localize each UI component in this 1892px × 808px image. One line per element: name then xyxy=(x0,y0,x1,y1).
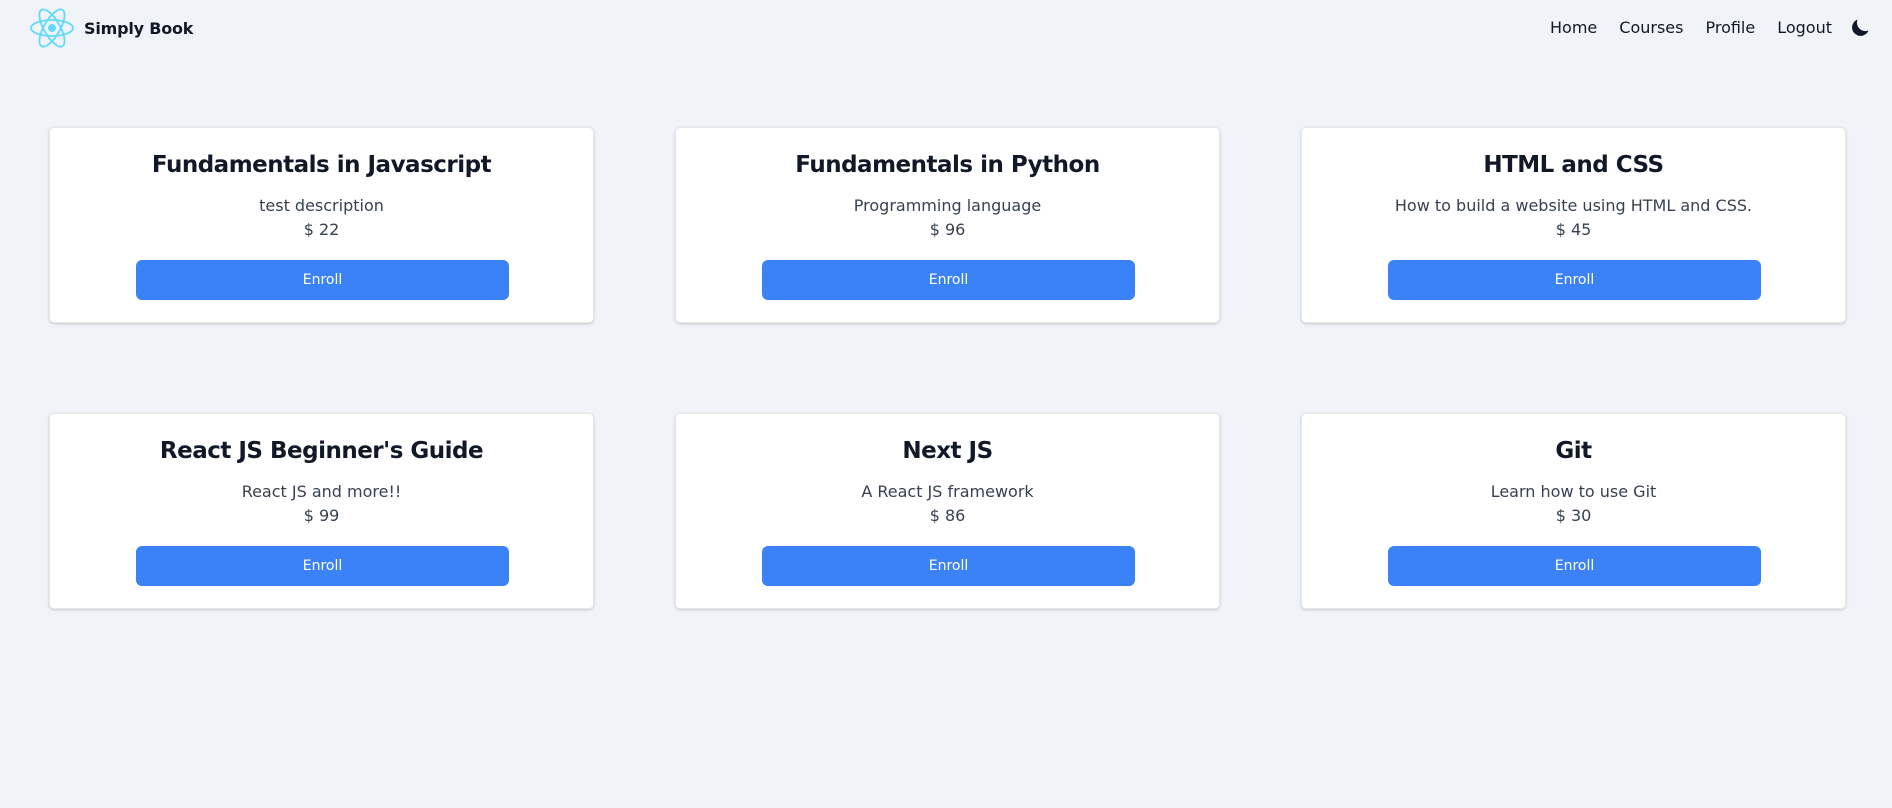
nav-links: Home Courses Profile Logout xyxy=(1528,16,1832,40)
course-title: Git xyxy=(1555,438,1592,464)
course-price: $ 22 xyxy=(303,220,340,239)
moon-icon xyxy=(1852,19,1869,36)
course-description: Learn how to use Git xyxy=(1490,482,1657,501)
course-price: $ 99 xyxy=(303,506,340,525)
react-atom-icon xyxy=(30,8,74,48)
course-card: Fundamentals in Javascript test descript… xyxy=(49,127,594,323)
course-price: $ 45 xyxy=(1555,220,1592,239)
nav-link-logout[interactable]: Logout xyxy=(1777,16,1832,40)
course-description: A React JS framework xyxy=(861,482,1034,501)
brand-name: Simply Book xyxy=(84,18,194,38)
enroll-button[interactable]: Enroll xyxy=(762,546,1135,586)
course-description: Programming language xyxy=(853,196,1042,215)
course-card: Git Learn how to use Git $ 30 Enroll xyxy=(1301,413,1846,609)
navbar: Simply Book Home Courses Profile Logout xyxy=(0,0,1892,56)
course-title: Fundamentals in Javascript xyxy=(151,152,492,178)
nav-link-courses[interactable]: Courses xyxy=(1619,16,1683,40)
course-card: Next JS A React JS framework $ 86 Enroll xyxy=(675,413,1220,609)
enroll-button[interactable]: Enroll xyxy=(136,546,509,586)
course-grid: Fundamentals in Javascript test descript… xyxy=(49,127,1846,609)
course-card: React JS Beginner's Guide React JS and m… xyxy=(49,413,594,609)
course-price: $ 30 xyxy=(1555,506,1592,525)
nav-link-profile[interactable]: Profile xyxy=(1705,16,1755,40)
course-title: React JS Beginner's Guide xyxy=(159,438,484,464)
nav-link-home[interactable]: Home xyxy=(1550,16,1597,40)
course-price: $ 96 xyxy=(929,220,966,239)
course-title: Next JS xyxy=(902,438,993,464)
course-description: How to build a website using HTML and CS… xyxy=(1394,196,1753,215)
course-description: test description xyxy=(259,196,384,215)
enroll-button[interactable]: Enroll xyxy=(1388,260,1761,300)
course-title: HTML and CSS xyxy=(1483,152,1664,178)
course-title: Fundamentals in Python xyxy=(795,152,1100,178)
theme-toggle-button[interactable] xyxy=(1848,16,1872,40)
course-price: $ 86 xyxy=(929,506,966,525)
brand-link[interactable]: Simply Book xyxy=(28,5,193,51)
enroll-button[interactable]: Enroll xyxy=(1388,546,1761,586)
course-description: React JS and more!! xyxy=(241,482,402,501)
course-card: HTML and CSS How to build a website usin… xyxy=(1301,127,1846,323)
enroll-button[interactable]: Enroll xyxy=(762,260,1135,300)
enroll-button[interactable]: Enroll xyxy=(136,260,509,300)
course-card: Fundamentals in Python Programming langu… xyxy=(675,127,1220,323)
